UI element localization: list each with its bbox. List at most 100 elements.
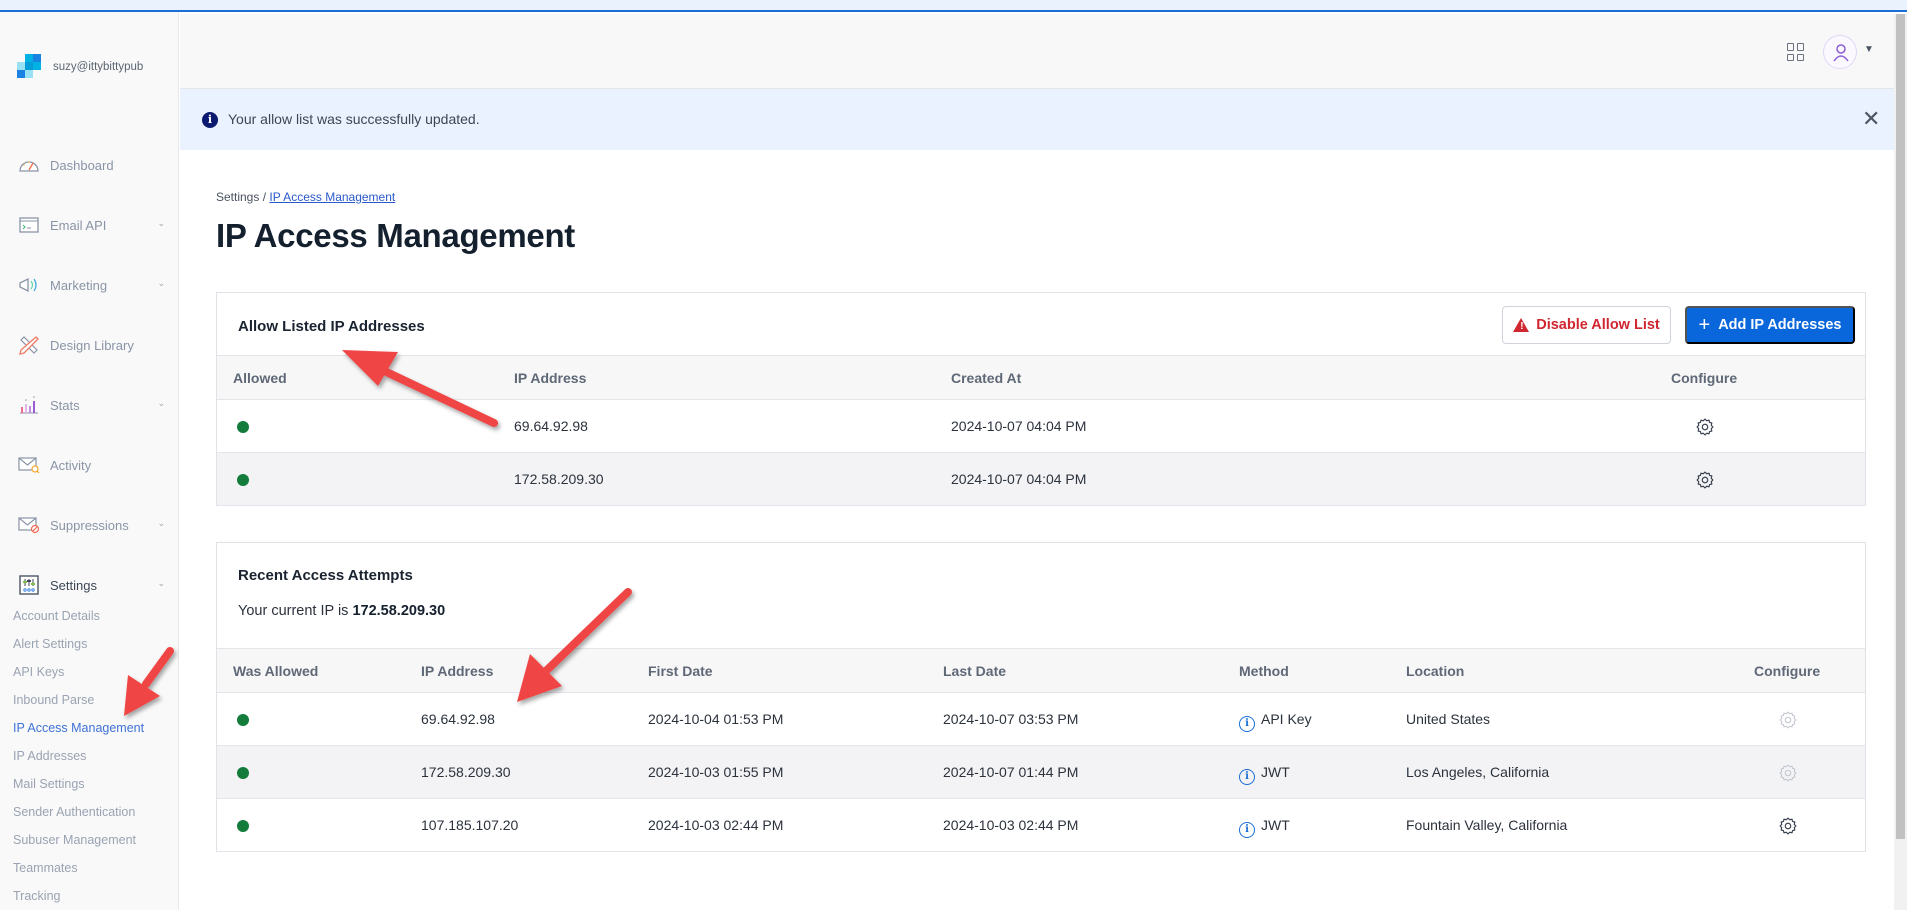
ip-address-cell: 172.58.209.30 [514,471,604,487]
gear-icon[interactable] [1695,470,1715,490]
column-header: Configure [1671,370,1738,386]
account-brand[interactable]: suzy@ittybittypub [17,54,153,79]
disable-allow-list-button[interactable]: ! Disable Allow List [1502,306,1671,344]
last-date-cell: 2024-10-07 01:44 PM [943,764,1079,780]
sidebar-item-label: Email API [50,217,107,233]
sidebar-item-email-api[interactable]: Email API ⌄ [18,211,173,239]
method-cell: i JWT [1239,764,1290,785]
method-cell: i API Key [1239,711,1312,732]
sidebar-subitem-ip-addresses[interactable]: IP Addresses [13,749,86,763]
add-ip-addresses-button[interactable]: + Add IP Addresses [1685,306,1855,344]
chevron-down-icon: ⌄ [157,518,165,528]
last-date-cell: 2024-10-03 02:44 PM [943,817,1079,833]
first-date-cell: 2024-10-03 02:44 PM [648,817,784,833]
created-at-cell: 2024-10-07 04:04 PM [951,471,1087,487]
ip-address-cell: 69.64.92.98 [421,711,495,727]
top-header [180,14,1907,89]
terminal-window-icon [18,214,40,236]
sidebar-subitem-teammates[interactable]: Teammates [13,861,78,875]
table-row: 172.58.209.30 2024-10-03 01:55 PM 2024-1… [217,746,1865,799]
sidebar-item-settings[interactable]: Settings ⌄ [18,571,173,599]
envelope-block-icon [18,514,40,536]
ip-address-cell: 172.58.209.30 [421,764,511,780]
browser-top-strip [0,0,1907,12]
recent-attempts-card: Recent Access Attempts Your current IP i… [216,542,1866,852]
breadcrumb-parent: Settings [216,190,260,204]
chevron-down-icon: ⌄ [157,278,165,288]
first-date-cell: 2024-10-03 01:55 PM [648,764,784,780]
grid-apps-icon[interactable] [1787,43,1805,61]
sidebar-item-design-library[interactable]: Design Library [18,331,173,359]
sidebar-item-suppressions[interactable]: Suppressions ⌄ [18,511,173,539]
gear-icon[interactable] [1695,417,1715,437]
info-icon[interactable]: i [1239,822,1255,838]
gear-icon[interactable] [1778,816,1798,836]
table-row: 69.64.92.98 2024-10-07 04:04 PM [217,400,1865,453]
sidebar-subitem-inbound-parse[interactable]: Inbound Parse [13,693,94,707]
allowed-status-dot [237,474,249,486]
sidebar-item-stats[interactable]: Stats ⌄ [18,391,173,419]
allow-list-table-header: Allowed IP Address Created At Configure [217,355,1865,400]
allow-list-title: Allow Listed IP Addresses [238,318,425,335]
sidebar-item-label: Dashboard [50,157,114,173]
chevron-down-icon: ⌄ [157,578,165,588]
allow-list-card: Allow Listed IP Addresses ! Disable Allo… [216,292,1866,506]
envelope-search-icon [18,454,40,476]
column-header: IP Address [514,370,587,386]
dashboard-gauge-icon [18,154,40,176]
table-row: 172.58.209.30 2024-10-07 04:04 PM [217,453,1865,506]
chevron-down-icon: ⌄ [157,398,165,408]
column-header: Was Allowed [233,663,319,679]
megaphone-icon [18,274,40,296]
sidebar-subitem-tracking[interactable]: Tracking [13,889,60,903]
sidebar-subitem-ip-access-management[interactable]: IP Access Management [13,721,144,735]
bar-chart-icon [18,394,40,416]
sliders-icon [18,574,40,596]
sidebar: suzy@ittybittypub Dashboard Email API ⌄ … [0,12,179,910]
close-icon[interactable]: ✕ [1862,106,1880,132]
breadcrumb-current-link[interactable]: IP Access Management [269,190,395,204]
account-menu-chevron-icon[interactable]: ▼ [1864,44,1874,55]
info-icon[interactable]: i [1239,769,1255,785]
disable-allow-list-label: Disable Allow List [1536,317,1660,333]
sidebar-subitem-subuser-management[interactable]: Subuser Management [13,833,136,847]
gear-icon-disabled [1779,711,1797,729]
sidebar-item-label: Suppressions [50,517,129,533]
chevron-down-icon: ⌄ [157,218,165,228]
current-ip-text: Your current IP is 172.58.209.30 [238,603,445,619]
ip-address-cell: 107.185.107.20 [421,817,519,833]
sidebar-subitem-api-keys[interactable]: API Keys [13,665,64,679]
banner-message: Your allow list was successfully updated… [228,111,480,127]
account-email: suzy@ittybittypub [53,60,144,73]
allowed-status-dot [237,421,249,433]
allowed-status-dot [237,820,249,832]
sidebar-subitem-alert-settings[interactable]: Alert Settings [13,637,87,651]
avatar[interactable] [1823,35,1857,69]
add-ip-addresses-label: Add IP Addresses [1718,317,1842,333]
column-header: First Date [648,663,713,679]
sidebar-item-label: Design Library [50,337,134,353]
column-header: Configure [1754,663,1821,679]
ip-address-cell: 69.64.92.98 [514,418,588,434]
column-header: Method [1239,663,1289,679]
page-scrollbar-thumb[interactable] [1896,14,1905,839]
created-at-cell: 2024-10-07 04:04 PM [951,418,1087,434]
breadcrumb: Settings / IP Access Management [216,190,395,204]
sidebar-item-label: Settings [50,577,97,593]
sidebar-subitem-account-details[interactable]: Account Details [13,609,100,623]
method-label: API Key [1261,711,1312,727]
sidebar-item-marketing[interactable]: Marketing ⌄ [18,271,173,299]
column-header: Last Date [943,663,1007,679]
sidebar-item-activity[interactable]: Activity [18,451,173,479]
column-header: Created At [951,370,1022,386]
sidebar-item-dashboard[interactable]: Dashboard [18,151,173,179]
current-ip-value: 172.58.209.30 [352,603,446,619]
success-banner: i Your allow list was successfully updat… [180,89,1907,150]
location-cell: United States [1406,711,1491,727]
sidebar-subitem-mail-settings[interactable]: Mail Settings [13,777,85,791]
info-icon: i [202,112,218,128]
info-icon[interactable]: i [1239,716,1255,732]
column-header: Allowed [233,370,287,386]
sidebar-subitem-sender-authentication[interactable]: Sender Authentication [13,805,135,819]
allowed-status-dot [237,767,249,779]
